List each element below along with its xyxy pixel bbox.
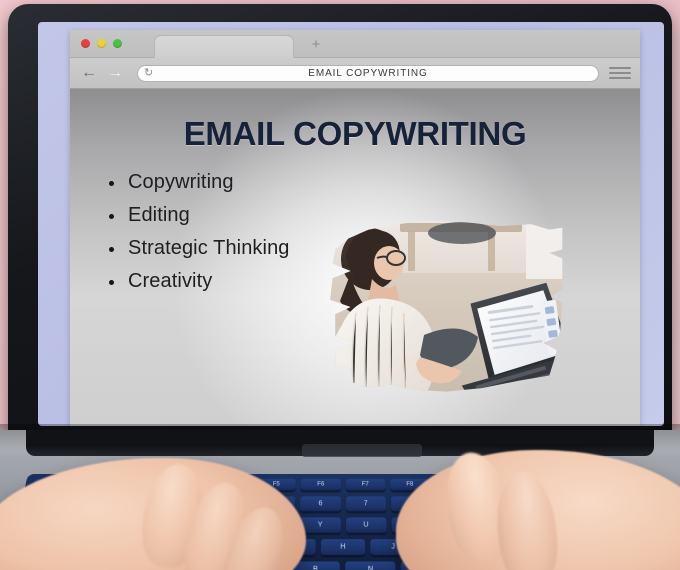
address-bar[interactable]: ↻ EMAIL COPYWRITING [137, 64, 599, 82]
reload-icon[interactable]: ↻ [144, 67, 155, 79]
menu-line [609, 76, 631, 80]
key[interactable]: F6 [300, 478, 341, 492]
slide-photo [330, 220, 563, 392]
laptop-lid: + ← → ↻ EMAIL COPYWRITING EMAIL COPYWRIT… [8, 4, 672, 442]
list-item: Strategic Thinking [106, 237, 290, 260]
key[interactable]: F7 [345, 478, 386, 492]
maximize-window-button[interactable] [113, 39, 122, 48]
key[interactable]: H [320, 539, 366, 557]
browser-tab[interactable] [154, 35, 294, 60]
minimize-window-button[interactable] [97, 39, 106, 48]
list-item: Creativity [106, 270, 290, 293]
right-hand [396, 447, 680, 570]
back-arrow-icon[interactable]: ← [79, 63, 99, 83]
finger [544, 493, 602, 570]
forward-arrow-icon[interactable]: → [105, 63, 125, 83]
list-item: Editing [106, 204, 290, 227]
list-item: Copywriting [106, 171, 290, 194]
screenshot-stage: + ← → ↻ EMAIL COPYWRITING EMAIL COPYWRIT… [0, 0, 680, 570]
browser-window: + ← → ↻ EMAIL COPYWRITING EMAIL COPYWRIT… [70, 30, 640, 426]
hinge-notch [302, 444, 422, 457]
photo-illustration [330, 220, 563, 392]
key[interactable]: U [345, 517, 387, 534]
key[interactable]: 7 [345, 496, 386, 513]
key[interactable]: Y [299, 517, 341, 534]
laptop-base: esc F1 F2 F3 F4 F5 F6 F7 F8 F9 F10 F11 F… [0, 430, 680, 570]
menu-line [609, 71, 631, 75]
browser-toolbar: ← → ↻ EMAIL COPYWRITING [70, 58, 640, 89]
address-input-value[interactable]: EMAIL COPYWRITING [138, 68, 598, 79]
close-window-button[interactable] [81, 39, 90, 48]
window-controls [81, 39, 122, 48]
bullet-list: Copywriting Editing Strategic Thinking C… [106, 171, 290, 303]
page-title: EMAIL COPYWRITING [183, 115, 527, 152]
hamburger-menu-icon[interactable] [609, 66, 631, 80]
laptop-screen: + ← → ↻ EMAIL COPYWRITING EMAIL COPYWRIT… [38, 22, 664, 426]
browser-tab-strip: + [70, 30, 640, 60]
menu-line [609, 66, 631, 70]
presentation-slide: EMAIL COPYWRITING Copywriting Editing St… [70, 89, 640, 425]
key[interactable]: 6 [300, 496, 341, 513]
key[interactable]: N [345, 561, 396, 570]
new-tab-button[interactable]: + [308, 37, 324, 53]
